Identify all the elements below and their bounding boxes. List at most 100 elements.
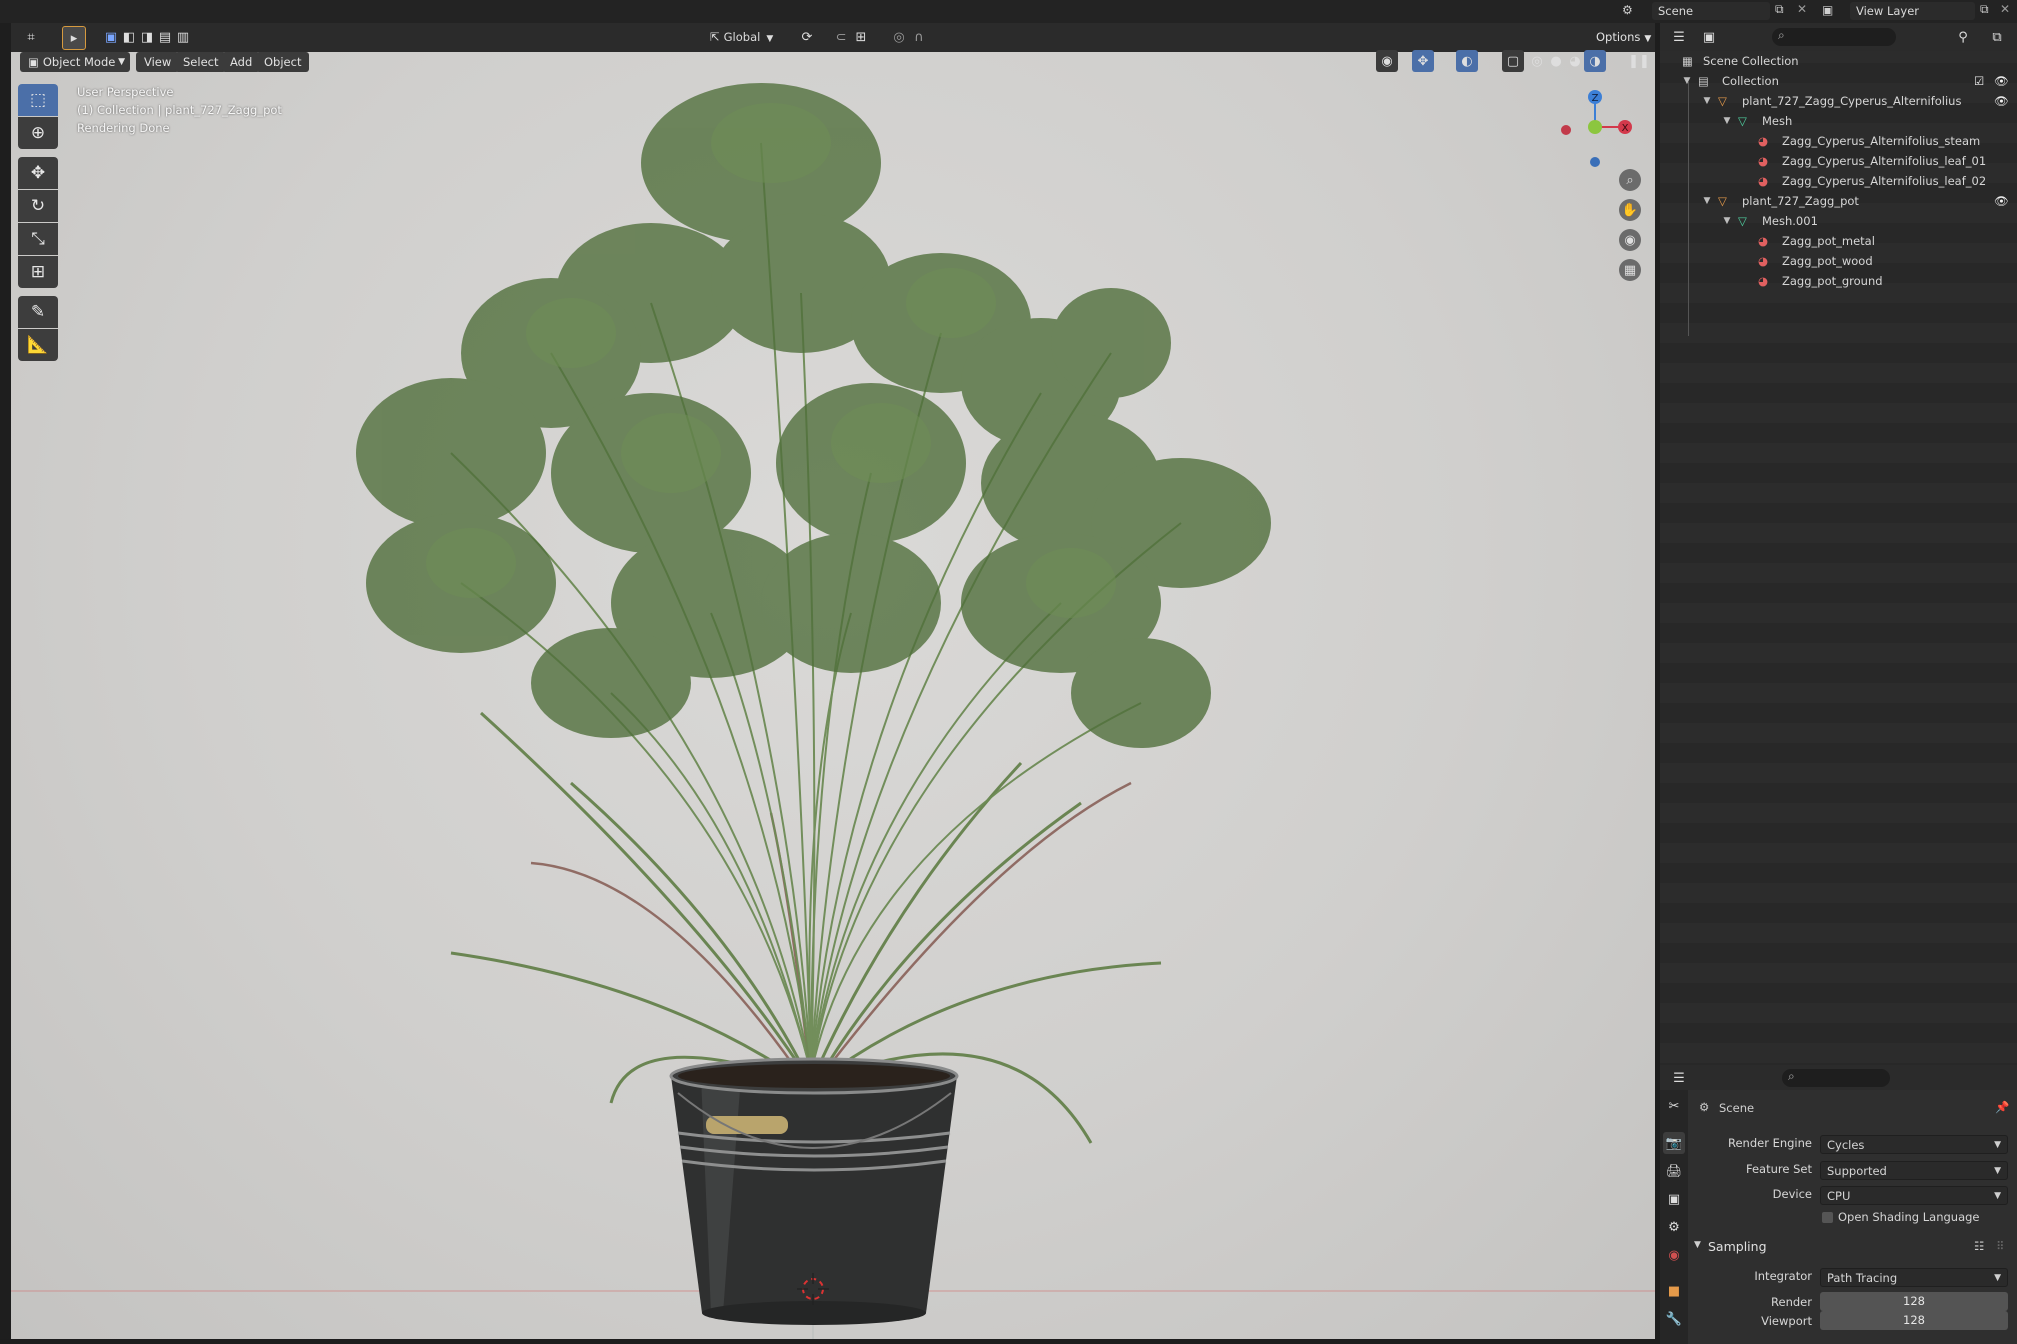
sampling-panel-header[interactable]: ▼ Sampling ☷ ⠿ <box>1690 1238 2015 1258</box>
eye-icon[interactable]: 👁 <box>1994 91 2009 111</box>
xray-toggle-icon[interactable]: ▢ <box>1502 50 1524 72</box>
delete-view-layer-icon[interactable]: ✕ <box>2000 2 2010 16</box>
delete-scene-icon[interactable]: ✕ <box>1797 2 1807 16</box>
new-view-layer-icon[interactable]: ⧉ <box>1980 2 1989 17</box>
disclosure-triangle-icon[interactable]: ▼ <box>1722 111 1732 131</box>
integrator-dropdown[interactable]: Path Tracing ▼ <box>1820 1268 2008 1287</box>
disclosure-triangle-icon[interactable]: ▼ <box>1722 211 1732 231</box>
menu-select[interactable]: Select <box>175 52 227 72</box>
cursor-tool-icon[interactable]: ⊕ <box>18 117 58 149</box>
scale-tool-icon[interactable]: ⤡ <box>18 223 58 255</box>
properties-header: ☰ ⌕ <box>1660 1065 2017 1090</box>
outliner-row-object[interactable]: ▼ ▽ plant_727_Zagg_Cyperus_Alternifolius… <box>1660 91 2017 111</box>
pause-render-icon[interactable]: ❚❚ <box>1628 50 1650 72</box>
outliner-row-object[interactable]: ▼ ▽ plant_727_Zagg_pot 👁 <box>1660 191 2017 211</box>
menu-object[interactable]: Object <box>256 52 310 72</box>
transform-tool-icon[interactable]: ⊞ <box>18 256 58 288</box>
eye-icon[interactable]: 👁 <box>1994 71 2009 91</box>
3d-viewport[interactable]: User Perspective (1) Collection | plant_… <box>11 23 1655 1339</box>
eye-icon[interactable]: 👁 <box>1994 191 2009 211</box>
outliner-row-material[interactable]: ◕ Zagg_Cyperus_Alternifolius_leaf_01 <box>1660 151 2017 171</box>
pivot-point-icon[interactable]: ⟳ <box>796 26 818 48</box>
camera-view-icon[interactable]: ◉ <box>1619 229 1641 251</box>
outliner-row-material[interactable]: ◕ Zagg_Cyperus_Alternifolius_leaf_02 <box>1660 171 2017 191</box>
navigation-gizmo[interactable]: Z X <box>1549 80 1639 170</box>
menu-view[interactable]: View <box>136 52 180 72</box>
outliner-editor-type-icon[interactable]: ☰ <box>1668 26 1690 48</box>
pan-hand-icon[interactable]: ✋ <box>1619 199 1641 221</box>
view-layer-tab-icon[interactable]: ▣ <box>1663 1188 1685 1210</box>
outliner-row-material[interactable]: ◕ Zagg_pot_wood <box>1660 251 2017 271</box>
view-name-label: User Perspective <box>77 85 174 99</box>
proportional-edit-icon[interactable]: ◎ <box>888 26 910 48</box>
disclosure-triangle-icon[interactable]: ▼ <box>1682 71 1692 91</box>
move-tool-icon[interactable]: ✥ <box>18 157 58 189</box>
disclosure-triangle-icon[interactable]: ▼ <box>1702 91 1712 111</box>
outliner-row-material[interactable]: ◕ Zagg_pot_metal <box>1660 231 2017 251</box>
options-dropdown[interactable]: Options ▼ <box>1588 27 1659 47</box>
presets-icon[interactable]: ☷ <box>1974 1239 1984 1253</box>
display-mode-icon[interactable]: ▣ <box>1698 26 1720 48</box>
world-tab-icon[interactable]: ◉ <box>1663 1244 1685 1266</box>
osl-checkbox[interactable] <box>1822 1212 1833 1223</box>
perspective-grid-icon[interactable]: ▦ <box>1619 259 1641 281</box>
outliner-row-scene-collection[interactable]: ▦ Scene Collection <box>1660 51 2017 71</box>
snap-icon[interactable]: ⊂ <box>830 26 852 48</box>
scene-tab-icon[interactable]: ⚙ <box>1663 1216 1685 1238</box>
osl-checkbox-row[interactable]: Open Shading Language <box>1820 1209 2008 1227</box>
object-mode-dropdown[interactable]: ▣ Object Mode ▼ <box>20 52 130 72</box>
render-engine-label: Render Engine <box>1727 1136 1812 1150</box>
view-layer-icon[interactable]: ▣ <box>1822 3 1833 17</box>
measure-tool-icon[interactable]: 📐 <box>18 329 58 361</box>
pin-icon[interactable]: 📌 <box>1995 1100 2009 1114</box>
chevron-down-icon: ▼ <box>1644 34 1652 44</box>
tool-tab-icon[interactable]: ✂ <box>1663 1095 1685 1117</box>
view-layer-selector[interactable]: View Layer <box>1850 2 1975 20</box>
properties-search-input[interactable]: ⌕ <box>1782 1069 1890 1087</box>
transform-orientation-dropdown[interactable]: ⇱ Global ▼ <box>710 26 790 48</box>
object-tab-icon[interactable]: ■ <box>1663 1280 1685 1302</box>
select-intersect-icon[interactable]: ▥ <box>172 26 194 48</box>
modifier-tab-icon[interactable]: 🔧 <box>1663 1308 1685 1330</box>
editor-type-icon[interactable]: ⌗ <box>20 26 42 48</box>
outliner-row-mesh[interactable]: ▼ ▽ Mesh.001 <box>1660 211 2017 231</box>
material-preview-shading-icon[interactable]: ◕ <box>1564 50 1586 72</box>
new-collection-icon[interactable]: ⧉ <box>1986 26 2008 48</box>
annotate-tool-icon[interactable]: ✎ <box>18 296 58 328</box>
filter-icon[interactable]: ⚲ <box>1952 26 1974 48</box>
visibility-filter-icon[interactable]: ◉ <box>1376 50 1398 72</box>
select-mode-icon[interactable]: ▸ <box>62 26 86 50</box>
scene-icon[interactable]: ⚙ <box>1622 3 1633 17</box>
select-box-tool-icon[interactable]: ⬚ <box>18 84 58 116</box>
viewport-samples-field[interactable]: 128 <box>1820 1311 2008 1330</box>
new-scene-icon[interactable]: ⧉ <box>1775 2 1784 17</box>
falloff-icon[interactable]: ∩ <box>908 26 930 48</box>
outliner-row-collection[interactable]: ▼ ▤ Collection ☑ 👁 <box>1660 71 2017 91</box>
drag-handle-icon[interactable]: ⠿ <box>1996 1239 2004 1253</box>
rotate-tool-icon[interactable]: ↻ <box>18 190 58 222</box>
output-tab-icon[interactable]: 🖨 <box>1663 1160 1685 1182</box>
plant-plumes <box>356 83 1271 748</box>
device-dropdown[interactable]: CPU ▼ <box>1820 1186 2008 1205</box>
menu-add[interactable]: Add <box>222 52 261 72</box>
x-axis-letter: X <box>1622 123 1629 134</box>
outliner-row-material[interactable]: ◕ Zagg_Cyperus_Alternifolius_steam <box>1660 131 2017 151</box>
rendered-shading-icon[interactable]: ◑ <box>1584 50 1606 72</box>
scene-selector[interactable]: Scene <box>1652 2 1770 20</box>
outliner-row-material[interactable]: ◕ Zagg_pot_ground <box>1660 271 2017 291</box>
overlays-toggle-icon[interactable]: ◐ <box>1456 50 1478 72</box>
top-bar: ⚙ Scene ⧉ ✕ ▣ View Layer ⧉ ✕ <box>0 0 2017 23</box>
properties-editor-type-icon[interactable]: ☰ <box>1668 1067 1690 1089</box>
outliner-search-input[interactable]: ⌕ <box>1772 28 1896 46</box>
snap-target-icon[interactable]: ⊞ <box>850 26 872 48</box>
feature-set-dropdown[interactable]: Supported ▼ <box>1820 1161 2008 1180</box>
device-value: CPU <box>1827 1189 1851 1203</box>
gizmo-toggle-icon[interactable]: ✥ <box>1412 50 1434 72</box>
outliner-row-mesh[interactable]: ▼ ▽ Mesh <box>1660 111 2017 131</box>
render-tab-icon[interactable]: 📷 <box>1663 1132 1685 1154</box>
render-samples-field[interactable]: 128 <box>1820 1292 2008 1311</box>
checkbox-icon[interactable]: ☑ <box>1974 71 1984 91</box>
zoom-icon[interactable]: ⌕ <box>1619 169 1641 191</box>
render-engine-dropdown[interactable]: Cycles ▼ <box>1820 1135 2008 1154</box>
disclosure-triangle-icon[interactable]: ▼ <box>1702 191 1712 211</box>
